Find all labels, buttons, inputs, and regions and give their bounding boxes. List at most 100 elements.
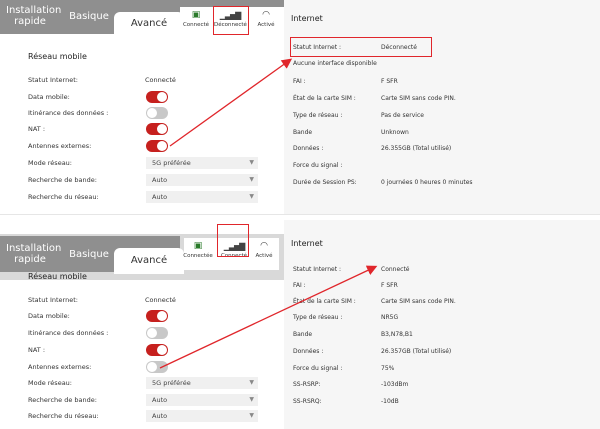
- itinerance-toggle[interactable]: [146, 107, 168, 119]
- irow-value: 26.357GB (Total utilisé): [381, 348, 452, 355]
- itinerance-toggle[interactable]: [146, 327, 168, 339]
- tab-avance[interactable]: Avancé: [114, 248, 184, 274]
- tab-avance[interactable]: Avancé: [114, 12, 184, 36]
- irow-force: Force du signal :: [293, 162, 583, 174]
- status-internet-label: Connecté: [182, 22, 210, 28]
- irow-label: SS-RSRQ:: [293, 398, 322, 405]
- mode-reseau-select[interactable]: 5G préférée ▼: [146, 377, 258, 389]
- row-antennes: Antennes externes:: [28, 361, 258, 375]
- row-statut-internet: Statut Internet: Connecté: [28, 74, 258, 88]
- irow-fai: FAI : F SFR: [293, 282, 583, 294]
- row-label: Mode réseau:: [28, 159, 72, 167]
- mode-reseau-select[interactable]: 5G préférée ▼: [146, 157, 258, 169]
- tab-installation-rapide[interactable]: Installation rapide: [6, 243, 61, 265]
- row-value: Connecté: [145, 296, 176, 304]
- tab-basique[interactable]: Basique: [66, 249, 112, 260]
- status-internet[interactable]: ▣ Connectée: [182, 240, 214, 259]
- irow-value: 75%: [381, 365, 395, 372]
- irow-label: Type de réseau :: [293, 112, 343, 119]
- irow-donnees: Données : 26.355GB (Total utilisé): [293, 145, 583, 157]
- recherche-bande-select[interactable]: Auto ▼: [146, 174, 258, 186]
- row-label: Statut Internet:: [28, 296, 78, 304]
- irow-bande: Bande Unknown: [293, 129, 583, 141]
- section-title: Réseau mobile: [28, 272, 87, 281]
- irow-label: Type de réseau :: [293, 314, 343, 321]
- irow-aucune: Aucune interface disponible: [293, 60, 583, 72]
- recherche-reseau-select[interactable]: Auto ▼: [146, 191, 258, 203]
- irow-label: Données :: [293, 348, 324, 355]
- irow-duree: Durée de Session PS: 0 journées 0 heures…: [293, 179, 583, 191]
- row-recherche-reseau: Recherche du réseau: Auto ▼: [28, 191, 258, 205]
- irow-value: -103dBm: [381, 381, 409, 388]
- irow-value: NR5G: [381, 314, 399, 321]
- tab-installation-rapide[interactable]: Installation rapide: [6, 5, 61, 27]
- antennes-toggle[interactable]: [146, 361, 168, 373]
- annotation-highlight-signal: [213, 6, 249, 35]
- row-label: Mode réseau:: [28, 379, 72, 387]
- status-internet[interactable]: ▣ Connecté: [180, 9, 212, 28]
- irow-label: FAI :: [293, 78, 306, 85]
- row-mode-reseau: Mode réseau: 5G préférée ▼: [28, 157, 258, 171]
- router-panel-after: Installation rapide Basique Avancé ▣ Con…: [0, 220, 600, 429]
- irow-label: État de la carte SIM :: [293, 95, 356, 102]
- chevron-down-icon: ▼: [249, 379, 254, 386]
- row-label: Recherche de bande:: [28, 396, 97, 404]
- router-panel-before: Installation rapide Basique Avancé ▣ Con…: [0, 0, 600, 215]
- row-label: NAT :: [28, 346, 46, 354]
- settings-column: Installation rapide Basique Avancé ▣ Con…: [0, 220, 284, 429]
- recherche-reseau-select[interactable]: Auto ▼: [146, 410, 258, 422]
- irow-force: Force du signal : 75%: [293, 365, 583, 377]
- row-label: Statut Internet:: [28, 76, 78, 84]
- tab-basique[interactable]: Basique: [66, 11, 112, 22]
- row-nat: NAT :: [28, 123, 258, 137]
- internet-title: Internet: [291, 239, 323, 248]
- irow-label: État de la carte SIM :: [293, 298, 356, 305]
- irow-value: F SFR: [381, 78, 398, 85]
- irow-label: Force du signal :: [293, 365, 343, 372]
- irow-label: Aucune interface disponible: [293, 60, 377, 67]
- irow-label: Bande: [293, 129, 313, 136]
- select-value: Auto: [152, 176, 168, 184]
- annotation-highlight-signal: [217, 224, 249, 257]
- irow-label: Durée de Session PS:: [293, 179, 357, 186]
- status-internet-label: Connectée: [183, 253, 213, 259]
- select-value: 5G préférée: [152, 159, 191, 167]
- globe-check-icon: ▣: [191, 10, 201, 20]
- irow-value: Unknown: [381, 129, 409, 136]
- status-wifi[interactable]: ◠ Activé: [248, 240, 280, 259]
- irow-rsrq: SS-RSRQ: -10dB: [293, 398, 583, 410]
- chevron-down-icon: ▼: [249, 412, 254, 419]
- irow-value: Pas de service: [381, 112, 424, 119]
- row-value: Connecté: [145, 76, 176, 84]
- wifi-icon: ◠: [260, 241, 268, 251]
- status-wifi-label: Activé: [255, 253, 273, 259]
- irow-value: Carte SIM sans code PIN.: [381, 95, 456, 102]
- antennes-toggle[interactable]: [146, 140, 168, 152]
- irow-value: Déconnecté: [381, 44, 417, 51]
- wifi-icon: ◠: [262, 10, 270, 20]
- row-recherche-bande: Recherche de bande: Auto ▼: [28, 174, 258, 188]
- row-mode-reseau: Mode réseau: 5G préférée ▼: [28, 377, 258, 391]
- nat-toggle[interactable]: [146, 344, 168, 356]
- irow-bande: Bande B3,N78,B1: [293, 331, 583, 343]
- row-label: Recherche de bande:: [28, 176, 97, 184]
- irow-label: Statut Internet :: [293, 44, 342, 51]
- irow-donnees: Données : 26.357GB (Total utilisé): [293, 348, 583, 360]
- status-wifi-label: Activé: [257, 22, 275, 28]
- row-antennes: Antennes externes:: [28, 140, 258, 154]
- row-label: Antennes externes:: [28, 142, 92, 150]
- select-value: Auto: [152, 193, 168, 201]
- data-mobile-toggle[interactable]: [146, 310, 168, 322]
- row-data-mobile: Data mobile:: [28, 91, 258, 105]
- nat-toggle[interactable]: [146, 123, 168, 135]
- data-mobile-toggle[interactable]: [146, 91, 168, 103]
- irow-statut: Statut Internet : Connecté: [293, 266, 583, 278]
- row-label: Antennes externes:: [28, 363, 92, 371]
- irow-value: B3,N78,B1: [381, 331, 413, 338]
- internet-column: Internet Statut Internet : Connecté FAI …: [284, 220, 600, 429]
- irow-value: F SFR: [381, 282, 398, 289]
- recherche-bande-select[interactable]: Auto ▼: [146, 394, 258, 406]
- internet-title: Internet: [291, 14, 323, 23]
- divider: [0, 214, 600, 215]
- status-wifi[interactable]: ◠ Activé: [250, 9, 282, 28]
